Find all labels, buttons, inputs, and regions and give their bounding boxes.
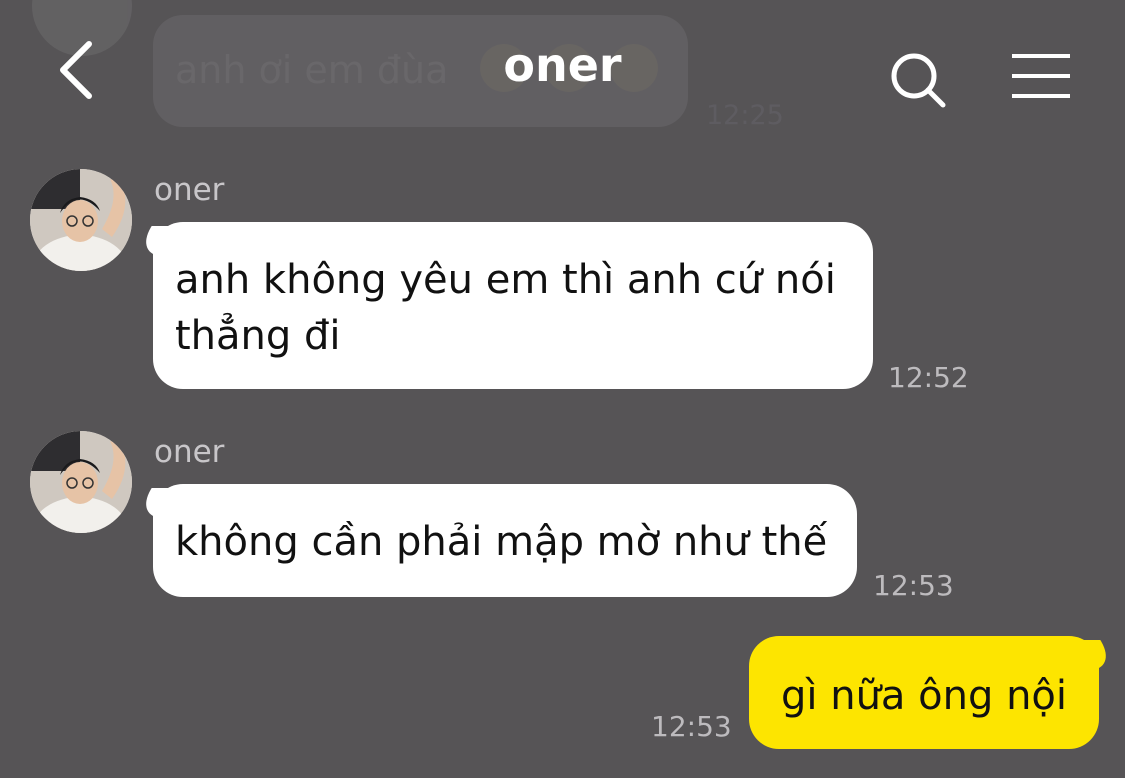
chat-header: oner [0,0,1125,140]
message-time: 12:53 [873,569,954,602]
search-icon[interactable] [888,50,948,110]
sender-name: oner [154,434,225,470]
profile-photo [30,169,132,271]
message-bubble[interactable]: anh không yêu em thì anh cứ nói thẳng đi [153,222,873,389]
message-time: 12:53 [651,710,732,743]
chat-screen: anh ơi em đùa 12:25 oner oner anh không … [0,0,1125,778]
hamburger-menu-icon[interactable] [1010,52,1072,100]
message-text-line: thẳng đi [175,313,341,359]
sender-name: oner [154,172,225,208]
message-bubble-outgoing[interactable]: gì nữa ông nội [749,636,1099,749]
chat-title: oner [503,38,622,92]
message-bubble[interactable]: không cần phải mập mờ như thế [153,484,857,597]
message-time: 12:52 [888,361,969,394]
profile-photo [30,431,132,533]
message-text-line: không cần phải mập mờ như thế [175,519,828,565]
message-text-line: anh không yêu em thì anh cứ nói [175,257,836,303]
avatar[interactable] [30,431,132,533]
avatar[interactable] [30,169,132,271]
message-text-line: gì nữa ông nội [781,673,1068,719]
